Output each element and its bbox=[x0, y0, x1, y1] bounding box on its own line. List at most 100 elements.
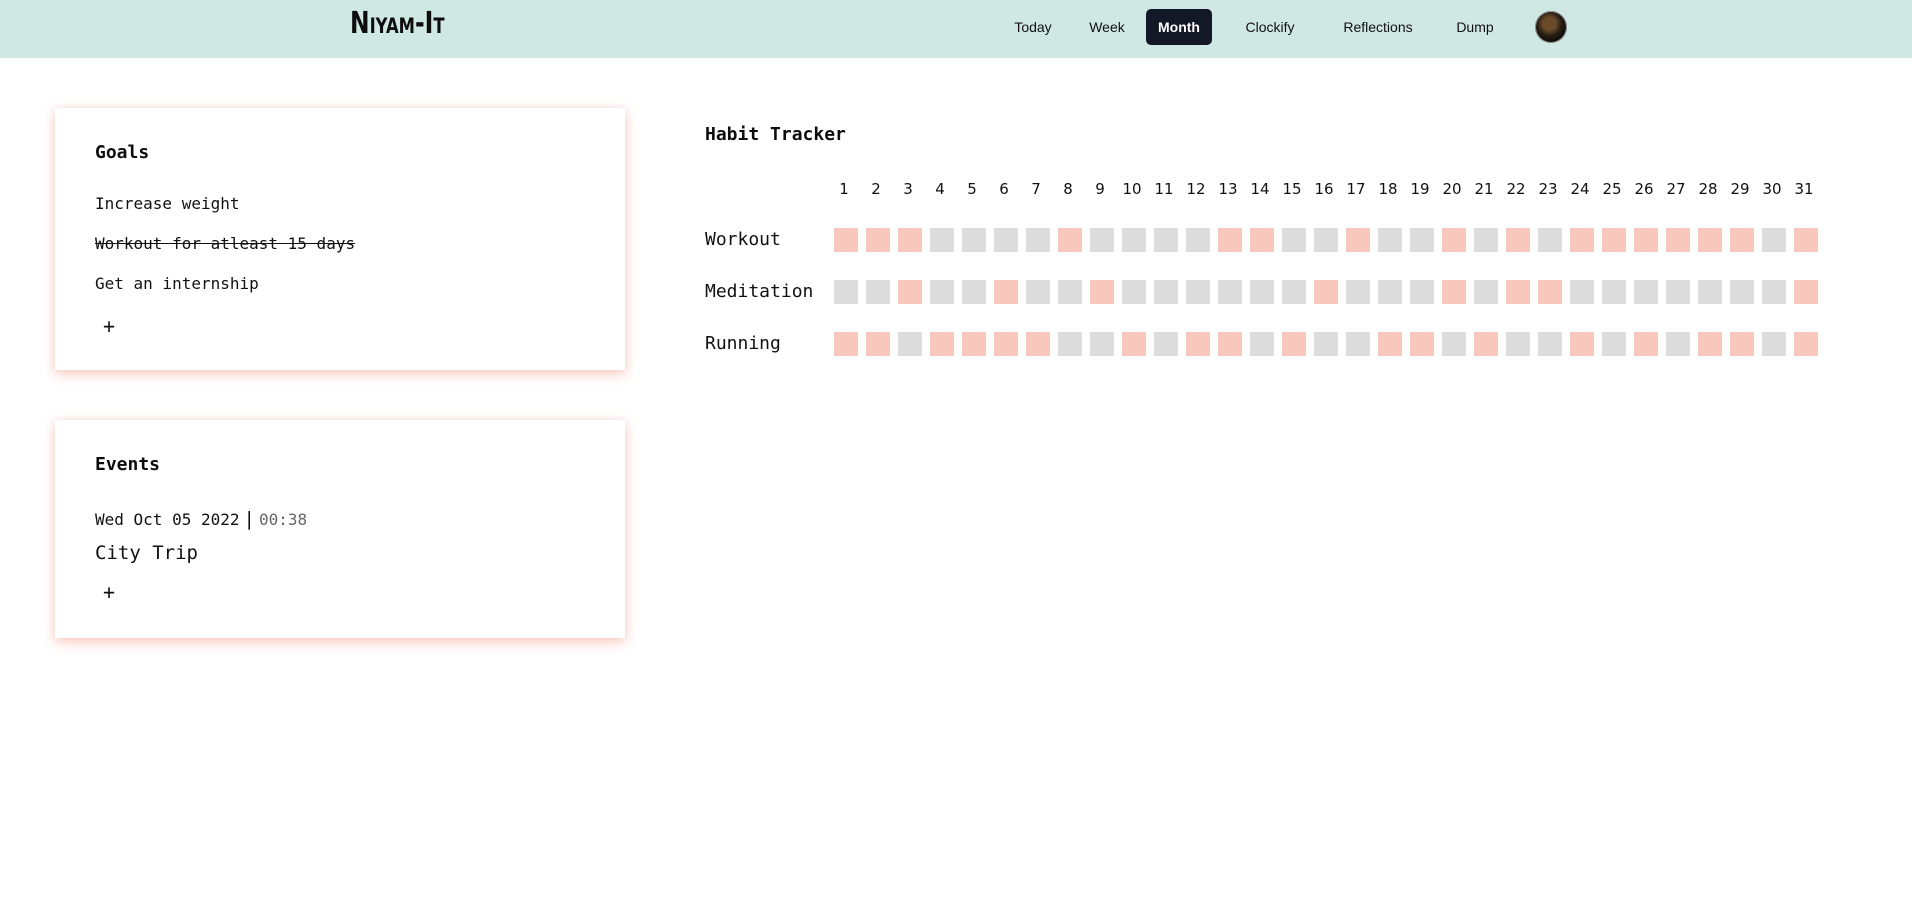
habit-cell[interactable] bbox=[1314, 228, 1338, 252]
habit-cell[interactable] bbox=[1698, 228, 1722, 252]
nav-month[interactable]: Month bbox=[1146, 9, 1212, 45]
habit-cell[interactable] bbox=[1794, 332, 1818, 356]
habit-cell[interactable] bbox=[1090, 280, 1114, 304]
habit-cell[interactable] bbox=[1762, 332, 1786, 356]
habit-cell[interactable] bbox=[1186, 228, 1210, 252]
habit-cell[interactable] bbox=[1762, 280, 1786, 304]
habit-cell[interactable] bbox=[1186, 332, 1210, 356]
habit-cell[interactable] bbox=[1154, 228, 1178, 252]
habit-cell[interactable] bbox=[1314, 280, 1338, 304]
habit-cell[interactable] bbox=[1666, 332, 1690, 356]
habit-cell[interactable] bbox=[962, 228, 986, 252]
habit-cell[interactable] bbox=[1122, 332, 1146, 356]
habit-cell[interactable] bbox=[1602, 332, 1626, 356]
habit-cell[interactable] bbox=[1730, 280, 1754, 304]
habit-cell[interactable] bbox=[1378, 280, 1402, 304]
habit-cell[interactable] bbox=[1666, 280, 1690, 304]
habit-cell[interactable] bbox=[1506, 332, 1530, 356]
habit-cell[interactable] bbox=[834, 280, 858, 304]
habit-cell[interactable] bbox=[1602, 280, 1626, 304]
habit-cell[interactable] bbox=[866, 280, 890, 304]
habit-cell[interactable] bbox=[1250, 280, 1274, 304]
habit-cell[interactable] bbox=[1794, 228, 1818, 252]
goal-item[interactable]: Increase weight bbox=[95, 194, 240, 213]
brand-logo[interactable]: Niyam-It bbox=[350, 6, 445, 41]
habit-cell[interactable] bbox=[1474, 280, 1498, 304]
habit-cell[interactable] bbox=[834, 228, 858, 252]
habit-cell[interactable] bbox=[1538, 280, 1562, 304]
habit-cell[interactable] bbox=[1634, 332, 1658, 356]
habit-cell[interactable] bbox=[1314, 332, 1338, 356]
habit-cell[interactable] bbox=[1282, 332, 1306, 356]
habit-cell[interactable] bbox=[1218, 332, 1242, 356]
habit-cell[interactable] bbox=[1026, 332, 1050, 356]
add-event-button[interactable]: + bbox=[99, 580, 119, 604]
habit-cell[interactable] bbox=[1346, 280, 1370, 304]
habit-cell[interactable] bbox=[1410, 280, 1434, 304]
habit-cell[interactable] bbox=[962, 280, 986, 304]
habit-cell[interactable] bbox=[994, 280, 1018, 304]
habit-cell[interactable] bbox=[1378, 228, 1402, 252]
habit-cell[interactable] bbox=[1442, 280, 1466, 304]
habit-cell[interactable] bbox=[1154, 280, 1178, 304]
habit-cell[interactable] bbox=[1058, 332, 1082, 356]
goal-item[interactable]: Get an internship bbox=[95, 274, 259, 293]
habit-cell[interactable] bbox=[1026, 280, 1050, 304]
habit-cell[interactable] bbox=[1698, 332, 1722, 356]
nav-week[interactable]: Week bbox=[1068, 9, 1146, 45]
habit-cell[interactable] bbox=[1570, 228, 1594, 252]
habit-cell[interactable] bbox=[1218, 280, 1242, 304]
habit-cell[interactable] bbox=[1762, 228, 1786, 252]
habit-cell[interactable] bbox=[866, 228, 890, 252]
habit-cell[interactable] bbox=[1090, 332, 1114, 356]
nav-dump[interactable]: Dump bbox=[1440, 9, 1510, 45]
habit-cell[interactable] bbox=[898, 332, 922, 356]
habit-cell[interactable] bbox=[1442, 332, 1466, 356]
habit-cell[interactable] bbox=[1250, 228, 1274, 252]
habit-cell[interactable] bbox=[1730, 228, 1754, 252]
habit-cell[interactable] bbox=[898, 228, 922, 252]
habit-cell[interactable] bbox=[898, 280, 922, 304]
habit-cell[interactable] bbox=[1570, 280, 1594, 304]
event-name[interactable]: City Trip bbox=[95, 542, 198, 564]
nav-clockify[interactable]: Clockify bbox=[1224, 9, 1316, 45]
nav-today[interactable]: Today bbox=[998, 9, 1068, 45]
habit-cell[interactable] bbox=[834, 332, 858, 356]
habit-cell[interactable] bbox=[1090, 228, 1114, 252]
habit-cell[interactable] bbox=[994, 332, 1018, 356]
habit-cell[interactable] bbox=[1410, 332, 1434, 356]
habit-cell[interactable] bbox=[1570, 332, 1594, 356]
goal-item-completed[interactable]: Workout for atleast 15 days bbox=[95, 234, 355, 253]
habit-cell[interactable] bbox=[994, 228, 1018, 252]
habit-cell[interactable] bbox=[962, 332, 986, 356]
add-goal-button[interactable]: + bbox=[99, 314, 119, 338]
habit-cell[interactable] bbox=[1474, 228, 1498, 252]
habit-cell[interactable] bbox=[1026, 228, 1050, 252]
habit-cell[interactable] bbox=[1666, 228, 1690, 252]
habit-cell[interactable] bbox=[1538, 228, 1562, 252]
habit-cell[interactable] bbox=[1250, 332, 1274, 356]
habit-cell[interactable] bbox=[1634, 228, 1658, 252]
habit-cell[interactable] bbox=[1506, 228, 1530, 252]
habit-cell[interactable] bbox=[1282, 228, 1306, 252]
habit-cell[interactable] bbox=[1122, 228, 1146, 252]
habit-cell[interactable] bbox=[1474, 332, 1498, 356]
user-avatar[interactable] bbox=[1535, 11, 1567, 43]
habit-cell[interactable] bbox=[1346, 332, 1370, 356]
habit-cell[interactable] bbox=[1346, 228, 1370, 252]
habit-cell[interactable] bbox=[930, 332, 954, 356]
habit-cell[interactable] bbox=[1122, 280, 1146, 304]
habit-cell[interactable] bbox=[1602, 228, 1626, 252]
habit-cell[interactable] bbox=[1410, 228, 1434, 252]
habit-cell[interactable] bbox=[1058, 280, 1082, 304]
habit-cell[interactable] bbox=[1506, 280, 1530, 304]
habit-cell[interactable] bbox=[1058, 228, 1082, 252]
habit-cell[interactable] bbox=[866, 332, 890, 356]
habit-cell[interactable] bbox=[1538, 332, 1562, 356]
habit-cell[interactable] bbox=[1634, 280, 1658, 304]
habit-cell[interactable] bbox=[1698, 280, 1722, 304]
habit-cell[interactable] bbox=[1378, 332, 1402, 356]
habit-cell[interactable] bbox=[1218, 228, 1242, 252]
habit-cell[interactable] bbox=[1442, 228, 1466, 252]
habit-cell[interactable] bbox=[1282, 280, 1306, 304]
